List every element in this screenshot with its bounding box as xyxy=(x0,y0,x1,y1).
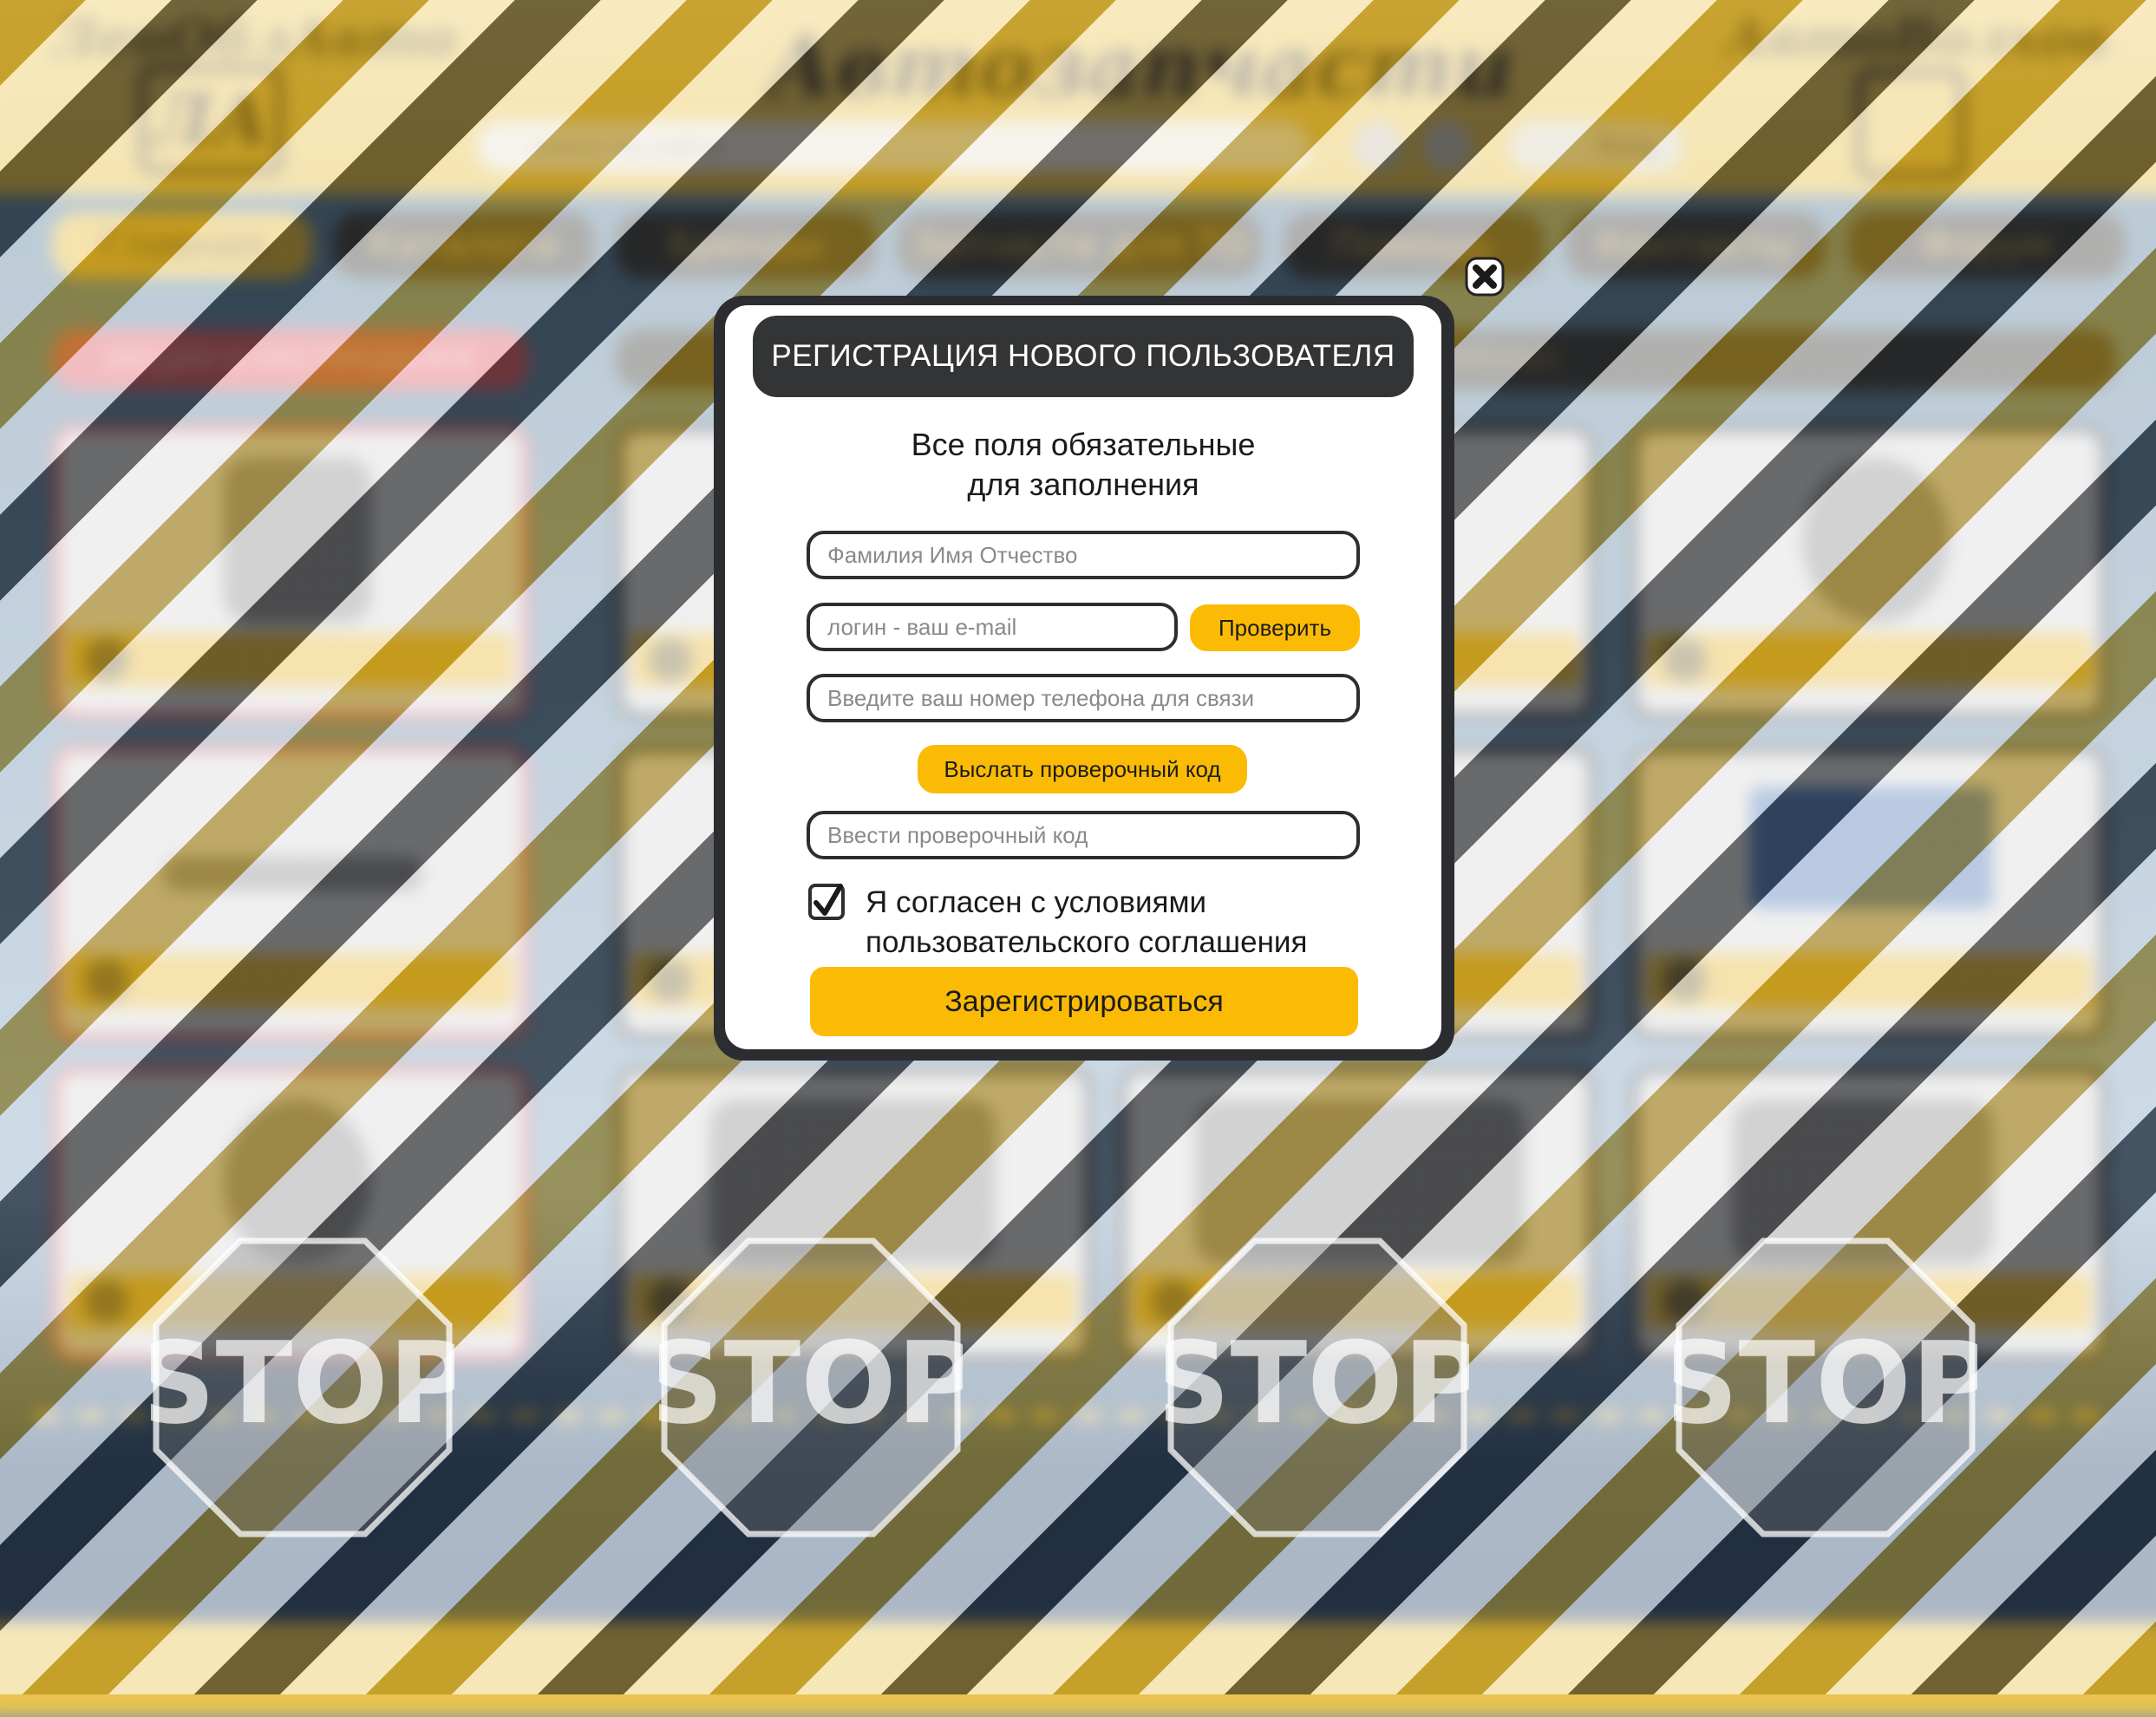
bg-settings-icon xyxy=(1353,121,1403,172)
agree-terms-checkbox[interactable] xyxy=(808,884,845,920)
agree-line-2: пользовательского соглашения xyxy=(866,925,1308,959)
stop-sign-icon: STOP xyxy=(659,1237,963,1537)
subtitle-line-1: Все поля обязательные xyxy=(911,427,1256,462)
bg-nav-item: Помощь xyxy=(1284,212,1544,278)
bg-footer xyxy=(0,1622,2156,1717)
bg-cart-icon xyxy=(1422,121,1473,172)
bg-site-title: Автозапчасти xyxy=(768,17,1514,115)
stop-sign-icon: STOP xyxy=(1166,1237,1469,1537)
modal-subtitle: Все поля обязательные для заполнения xyxy=(725,425,1441,505)
stop-sign-label: STOP xyxy=(1674,1317,1977,1449)
stop-sign-label: STOP xyxy=(1166,1317,1469,1449)
agree-line-1: Я согласен с условиями xyxy=(866,885,1207,919)
checkmark-icon xyxy=(813,884,843,916)
bg-nav-item: Форум xyxy=(1847,212,2125,278)
bg-product-card xyxy=(52,425,529,720)
bg-nav-item: Контакты xyxy=(1565,212,1826,278)
registration-modal: РЕГИСТРАЦИЯ НОВОГО ПОЛЬЗОВАТЕЛЯ Все поля… xyxy=(725,305,1441,1049)
bg-search-input: поиск по сайту xyxy=(477,121,1310,172)
bg-nav: Главная Каталоги Бренды Запчасти для ТО … xyxy=(0,212,2156,291)
bg-nav-item: Бренды xyxy=(616,212,876,278)
bg-logo-right xyxy=(1856,69,1965,179)
bg-brand-left: ЛенОблАвто xyxy=(52,9,457,69)
stop-sign-label: STOP xyxy=(659,1317,963,1449)
full-name-input[interactable] xyxy=(807,531,1360,579)
stop-sign-icon: STOP xyxy=(151,1237,454,1537)
agree-terms-label: Я согласен с условиями пользовательского… xyxy=(866,883,1403,963)
stop-sign-label: STOP xyxy=(151,1317,454,1449)
email-login-input[interactable] xyxy=(807,603,1178,651)
bg-nav-item: Каталоги xyxy=(334,212,594,278)
verification-code-input[interactable] xyxy=(807,811,1360,859)
bg-product-card xyxy=(1630,425,2107,720)
bg-nav-item: Запчасти для ТО xyxy=(898,212,1262,278)
send-code-button[interactable]: Выслать проверочный код xyxy=(918,745,1247,793)
stop-sign-icon: STOP xyxy=(1674,1237,1977,1537)
bg-product-card xyxy=(52,746,529,1041)
bg-section-sale: АКЦИИ И РАСПРОДАЖИ xyxy=(52,330,529,390)
bg-brand-right: АвтоВолхов xyxy=(1726,9,2109,69)
bg-product-card xyxy=(1630,746,2107,1041)
subtitle-line-2: для заполнения xyxy=(967,467,1199,502)
phone-input[interactable] xyxy=(807,674,1360,722)
bg-logo-left: ЛА xyxy=(139,65,283,174)
bg-login-button: Вход xyxy=(1509,121,1682,172)
register-button[interactable]: Зарегистрироваться xyxy=(810,967,1358,1036)
bg-header: ЛенОблАвто ЛА Автозапчасти АвтоВолхов по… xyxy=(0,0,2156,195)
check-email-button[interactable]: Проверить xyxy=(1190,604,1360,651)
bg-nav-item: Главная xyxy=(52,212,312,278)
close-icon[interactable] xyxy=(1465,257,1505,297)
modal-title: РЕГИСТРАЦИЯ НОВОГО ПОЛЬЗОВАТЕЛЯ xyxy=(753,316,1414,397)
